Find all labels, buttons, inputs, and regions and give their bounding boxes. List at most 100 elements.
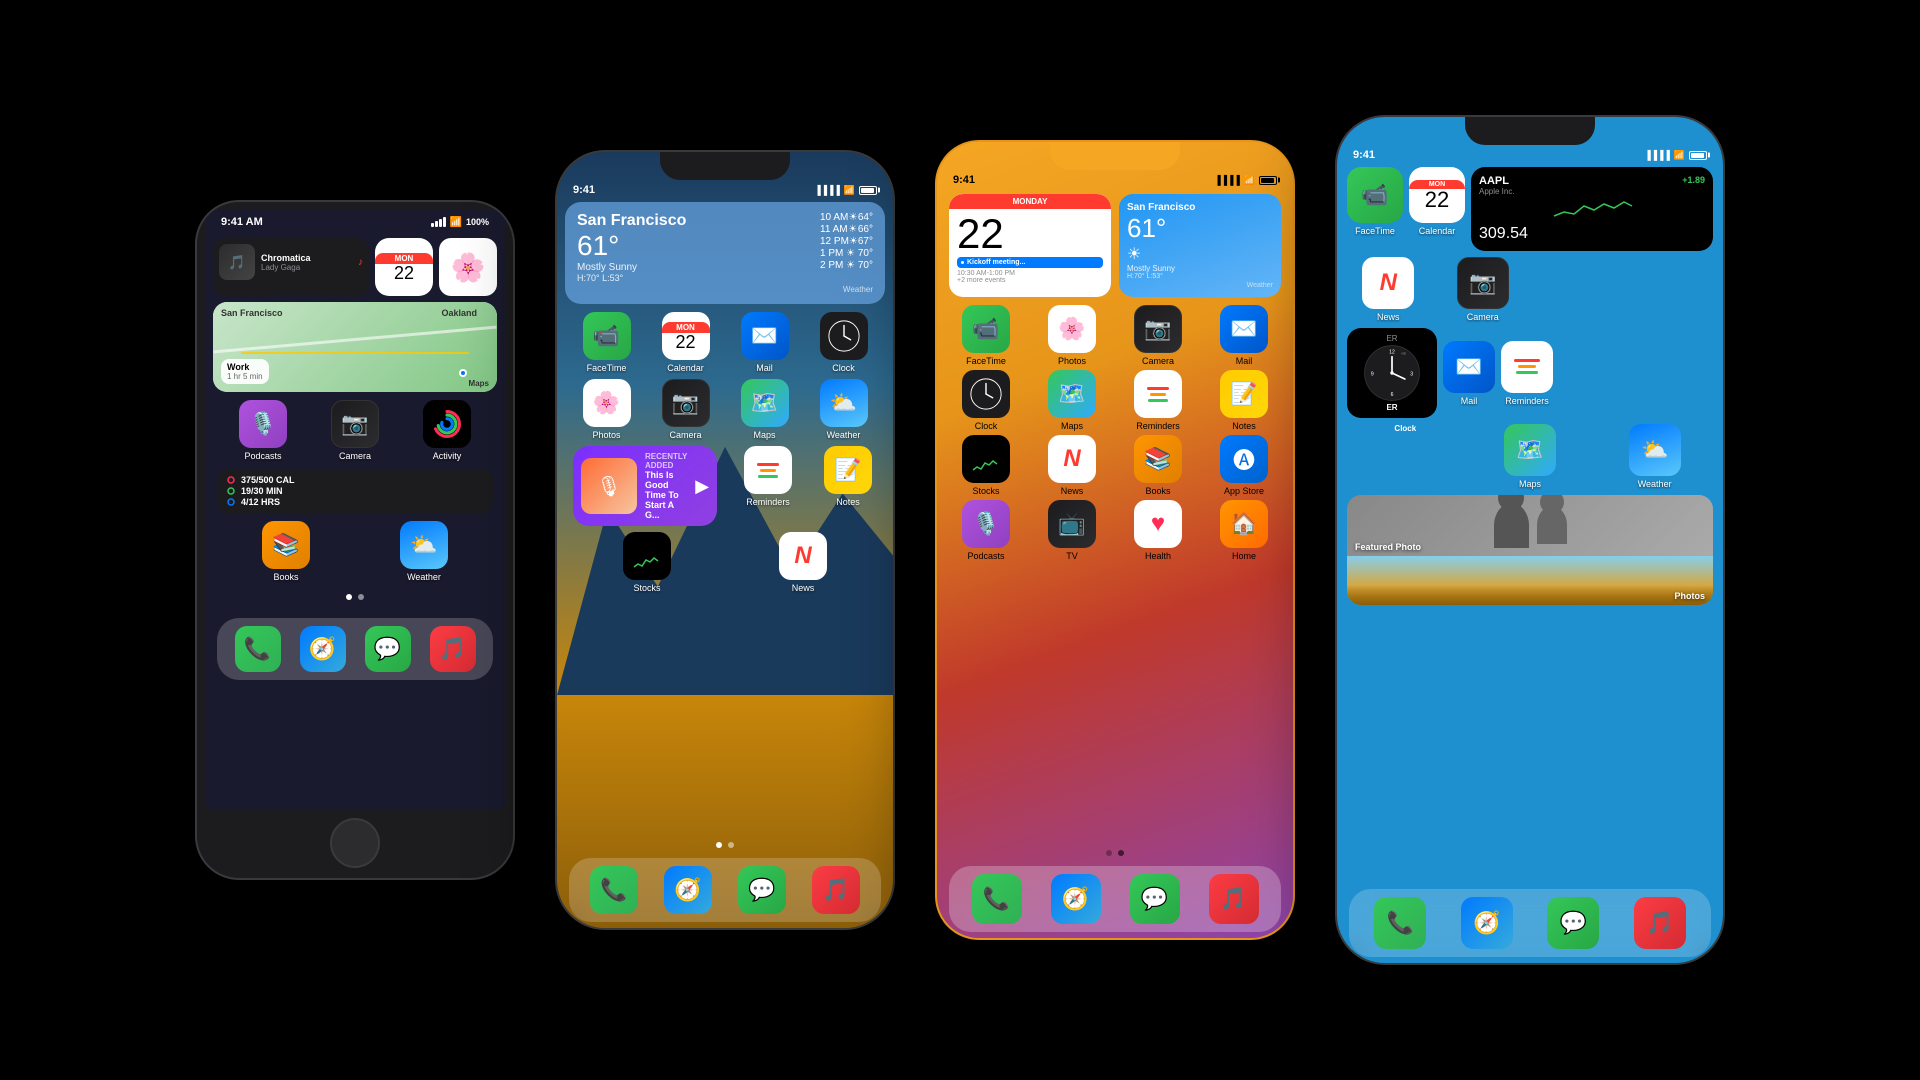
xr-calendar[interactable]: MON 22 Calendar [652, 312, 719, 373]
xr-news[interactable]: N News [729, 532, 877, 593]
pro-weather-app[interactable]: ⛅ Weather [1596, 424, 1713, 489]
se-cal-header: MON [375, 253, 433, 264]
se-activity-widget[interactable]: Activity [405, 400, 489, 461]
pro-kid-1 [1494, 503, 1529, 548]
pro-maps-app[interactable]: 🗺️ Maps [1472, 424, 1589, 489]
xr-dock-safari[interactable]: 🧭 [664, 866, 712, 914]
p12-clock[interactable]: Clock [949, 370, 1023, 431]
pro-reminders-app[interactable]: Reminders [1501, 328, 1553, 418]
pro-battery [1689, 151, 1707, 160]
p12-books[interactable]: 📚 Books [1121, 435, 1195, 496]
se-map-dot [459, 369, 467, 377]
p12-health[interactable]: ♥ Health [1121, 500, 1195, 561]
se-books-app[interactable]: 📚 Books [221, 521, 351, 582]
se-dock-phone[interactable]: 📞 [235, 626, 281, 672]
p12-weather-tag: Weather [1127, 282, 1273, 289]
xr-weather[interactable]: ⛅ Weather [810, 379, 877, 440]
pro-stocks-top: AAPL Apple Inc. +1.89 [1479, 175, 1705, 196]
p12-stocks[interactable]: Stocks [949, 435, 1023, 496]
svg-text:9: 9 [1371, 372, 1374, 378]
p12-tv[interactable]: 📺 TV [1035, 500, 1109, 561]
xr-maps[interactable]: 🗺️ Maps [731, 379, 798, 440]
p12-facetime[interactable]: 📹 FaceTime [949, 305, 1023, 366]
pro-photos-widget[interactable]: Featured Photo Photos [1347, 495, 1713, 605]
pro-calendar[interactable]: MON 22 Calendar [1409, 167, 1465, 251]
xr-podcast-thumb: 🎙 [581, 458, 637, 514]
xr-mail[interactable]: ✉️ Mail [731, 312, 798, 373]
se-map-widget: San Francisco Oakland Work 1 hr 5 min Ma… [213, 302, 497, 392]
se-camera-app[interactable]: 📷 Camera [313, 400, 397, 461]
se-dock-music[interactable]: 🎵 [430, 626, 476, 672]
p12-reminders[interactable]: Reminders [1121, 370, 1195, 431]
pro-ticker: AAPL [1479, 175, 1515, 187]
p12-weather-widget[interactable]: San Francisco 61° ☀ Mostly Sunny H:70° L… [1119, 194, 1281, 297]
pro-clock-app[interactable]: Clock [1347, 424, 1464, 489]
p12-camera[interactable]: 📷 Camera [1121, 305, 1195, 366]
xr-stocks-news: Reminders [731, 446, 805, 526]
se-books-icon: 📚 [262, 521, 310, 569]
pro-camera[interactable]: 📷 Camera [1442, 257, 1525, 322]
pro-camera-label: Camera [1467, 312, 1499, 322]
p12-dock-safari[interactable]: 🧭 [1051, 874, 1101, 924]
se-calendar-widget: MON 22 [375, 238, 433, 296]
xr-row-12pm: 12 PM☀67° [820, 236, 873, 247]
se-dock-safari[interactable]: 🧭 [300, 626, 346, 672]
se-dock-messages[interactable]: 💬 [365, 626, 411, 672]
p12-signal: ▐▐▐▐ [1214, 175, 1240, 185]
p12-news-n: N [1063, 445, 1080, 473]
pro-dock-phone[interactable]: 📞 [1374, 897, 1426, 949]
p12-news[interactable]: N News [1035, 435, 1109, 496]
xr-podcast-play[interactable]: ▶ [695, 476, 709, 497]
p12-dock-phone[interactable]: 📞 [972, 874, 1022, 924]
pro-dock-music[interactable]: 🎵 [1634, 897, 1686, 949]
xr-reminders[interactable]: Reminders [731, 446, 805, 507]
p12-photos[interactable]: 🌸 Photos [1035, 305, 1109, 366]
p12-home-icon: 🏠 [1220, 500, 1268, 548]
xr-stocks[interactable]: Stocks [573, 532, 721, 593]
p12-dock-messages[interactable]: 💬 [1130, 874, 1180, 924]
se-photos-widget: 🌸 [439, 238, 497, 296]
se-podcasts-app[interactable]: 🎙️ Podcasts [221, 400, 305, 461]
se-home-button[interactable] [330, 818, 380, 868]
se-status-time: 9:41 AM [221, 216, 263, 228]
pro-dock-safari[interactable]: 🧭 [1461, 897, 1513, 949]
p12-podcasts[interactable]: 🎙️ Podcasts [949, 500, 1023, 561]
xr-camera-icon: 📷 [662, 379, 710, 427]
pro-change: +1.89 [1682, 175, 1705, 185]
p12-dock-music[interactable]: 🎵 [1209, 874, 1259, 924]
xr-clock-icon [820, 312, 868, 360]
xr-dock-messages[interactable]: 💬 [738, 866, 786, 914]
pro-news[interactable]: N News [1347, 257, 1430, 322]
xr-notch [660, 152, 790, 180]
xr-dock-music[interactable]: 🎵 [812, 866, 860, 914]
p12-cal-widget[interactable]: MONDAY 22 Kickoff meeting... 10:30 AM-1:… [949, 194, 1111, 297]
p12-notes[interactable]: 📝 Notes [1207, 370, 1281, 431]
se-weather-app[interactable]: ⛅ Weather [359, 521, 489, 582]
pro-mail-app[interactable]: ✉️ Mail [1443, 328, 1495, 418]
xr-notes[interactable]: 📝 Notes [811, 446, 885, 507]
xr-battery-icon [859, 186, 877, 195]
p12-podcasts-label: Podcasts [967, 551, 1004, 561]
p12-maps[interactable]: 🗺️ Maps [1035, 370, 1109, 431]
pro-dock-messages[interactable]: 💬 [1547, 897, 1599, 949]
pro-clock-widget[interactable]: ER 12 3 6 9 [1347, 328, 1437, 418]
p12-mail[interactable]: ✉️ Mail [1207, 305, 1281, 366]
pro-stocks-widget[interactable]: AAPL Apple Inc. +1.89 309.54 [1471, 167, 1713, 251]
p12-home[interactable]: 🏠 Home [1207, 500, 1281, 561]
xr-stocks-chart [632, 552, 662, 572]
xr-dock-phone[interactable]: 📞 [590, 866, 638, 914]
pro-stocks-info: AAPL Apple Inc. [1479, 175, 1515, 196]
xr-mail-icon: ✉️ [741, 312, 789, 360]
xr-camera[interactable]: 📷 Camera [652, 379, 719, 440]
xr-clock[interactable]: Clock [810, 312, 877, 373]
se-weather-icon: ⛅ [400, 521, 448, 569]
xr-podcast-widget[interactable]: 🎙 RECENTLY ADDED This Is Good Time To St… [573, 446, 717, 526]
xr-facetime[interactable]: 📹 FaceTime [573, 312, 640, 373]
xr-weather-widget[interactable]: San Francisco 61° Mostly Sunny H:70° L:5… [565, 202, 885, 304]
pro-clock-city: ER [1386, 403, 1397, 412]
p12-appstore[interactable]: 🅐 App Store [1207, 435, 1281, 496]
pro-phone-icon: 📞 [1374, 897, 1426, 949]
xr-podcast-tag: RECENTLY ADDED [645, 452, 687, 470]
pro-facetime[interactable]: 📹 FaceTime [1347, 167, 1403, 251]
xr-photos[interactable]: 🌸 Photos [573, 379, 640, 440]
